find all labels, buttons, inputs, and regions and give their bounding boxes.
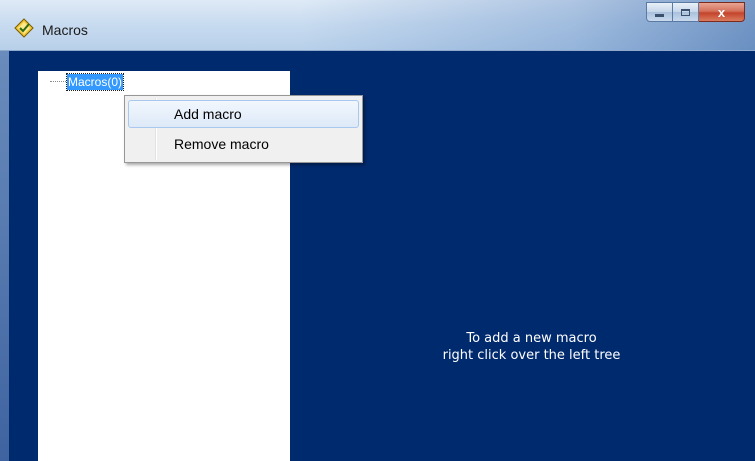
- maximize-icon: [681, 8, 690, 16]
- minimize-icon: [655, 13, 664, 17]
- context-menu: Add macro Remove macro: [124, 95, 363, 163]
- macro-app-icon: [14, 18, 34, 38]
- tree-node-macros[interactable]: Macros(0): [50, 73, 125, 91]
- close-icon: x: [717, 4, 726, 20]
- close-button[interactable]: x: [699, 2, 745, 22]
- empty-state-hint: To add a new macro right click over the …: [310, 330, 753, 364]
- menu-item-add-macro[interactable]: Add macro: [128, 100, 359, 128]
- minimize-button[interactable]: [646, 2, 673, 22]
- window-frame-left: [0, 51, 9, 461]
- hint-line-1: To add a new macro: [466, 331, 597, 346]
- caption-buttons: x: [646, 2, 745, 24]
- title-bar[interactable]: Macros x: [0, 0, 755, 51]
- tree-connector: [50, 81, 66, 83]
- hint-line-2: right click over the left tree: [442, 348, 621, 363]
- tree-node-label[interactable]: Macros(0): [65, 73, 125, 91]
- maximize-button[interactable]: [673, 2, 699, 22]
- menu-item-remove-macro[interactable]: Remove macro: [128, 130, 359, 158]
- macro-editor-panel: To add a new macro right click over the …: [310, 71, 753, 461]
- window-title: Macros: [42, 22, 88, 38]
- macros-window: Macros x Macros(0) To add a new macro ri…: [0, 0, 755, 461]
